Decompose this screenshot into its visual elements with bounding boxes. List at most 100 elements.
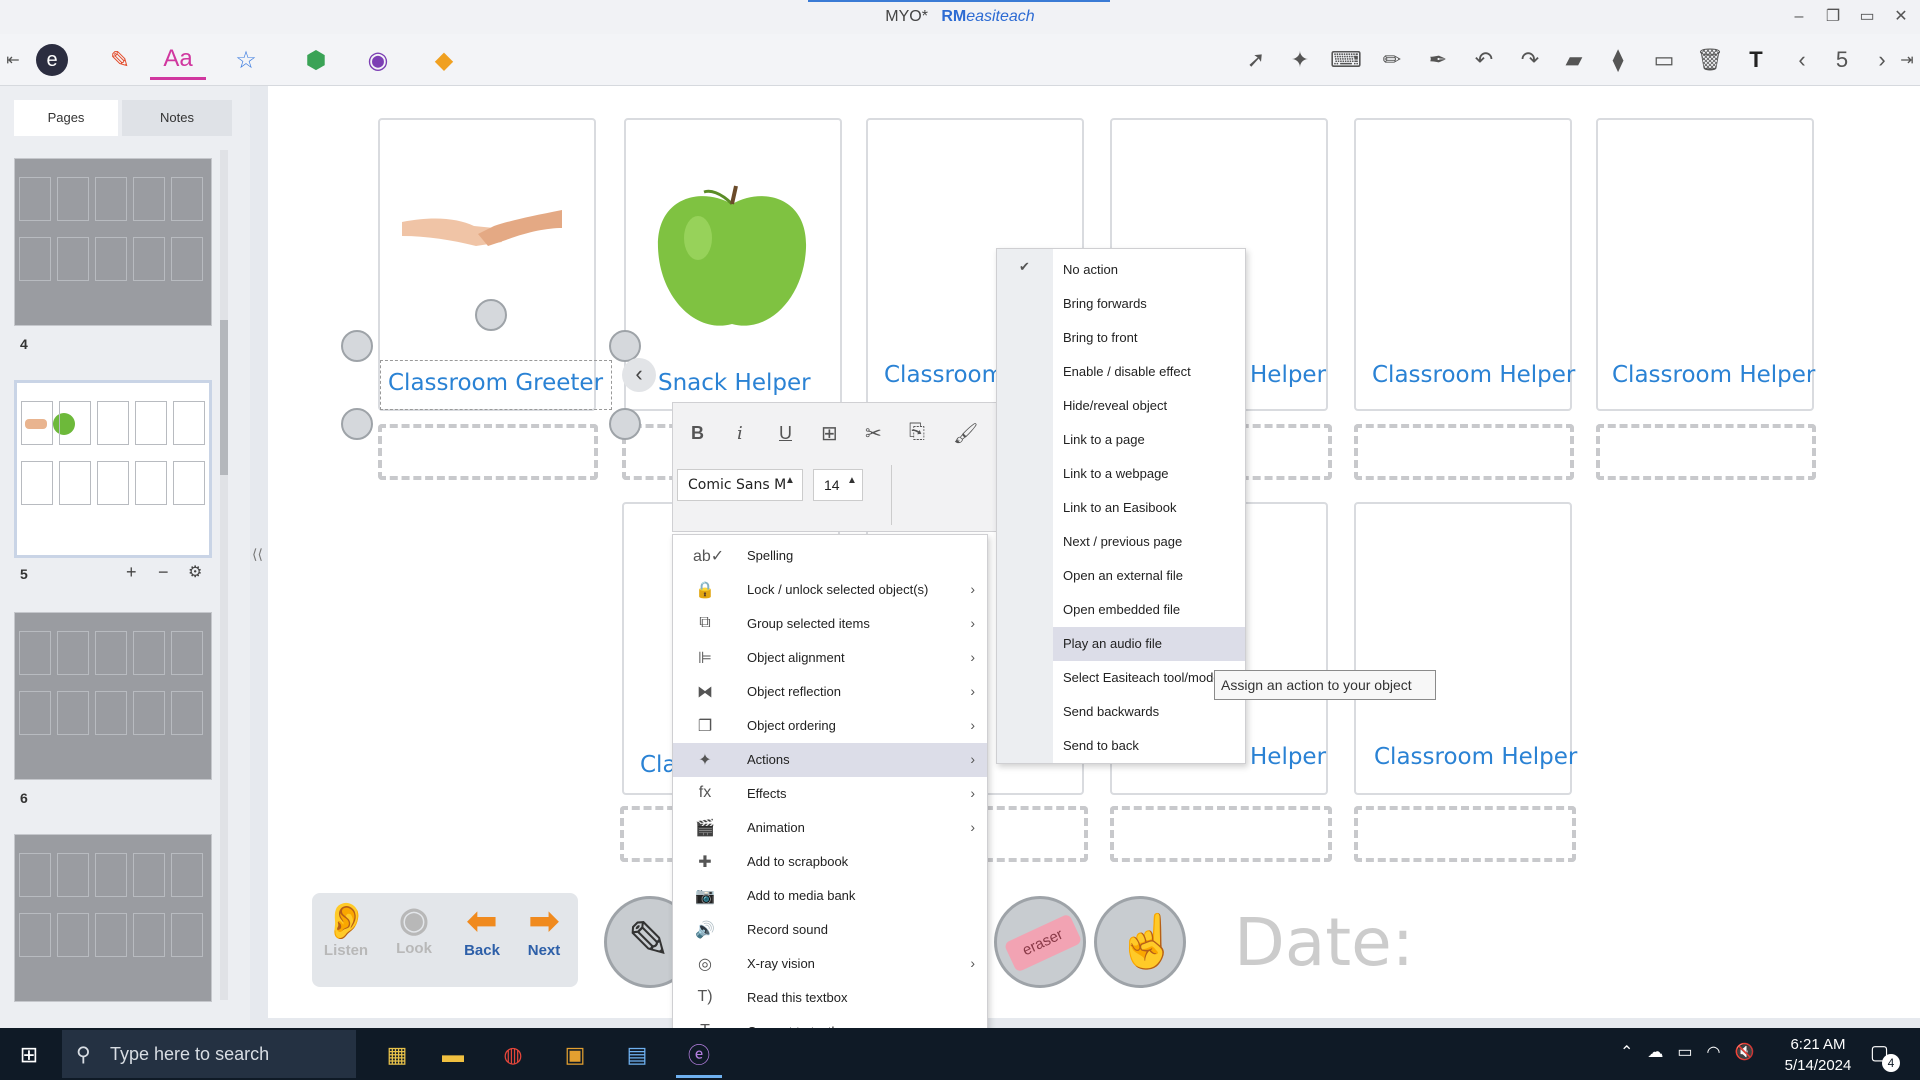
collapse-sidebar-icon[interactable]: ⟨⟨ (252, 546, 263, 563)
collapse-right-icon[interactable]: ⇥ (1898, 40, 1916, 80)
actions-menu-item[interactable]: Bring to front (1053, 321, 1245, 355)
smart-panel-icon[interactable]: ▤ (614, 1032, 660, 1078)
next-page-icon[interactable]: › (1864, 40, 1900, 80)
rotate-handle[interactable] (475, 299, 507, 331)
font-dropdown-arrow-icon[interactable]: ▲ (785, 475, 795, 486)
underline-button[interactable]: U (779, 423, 792, 444)
context-menu-item[interactable]: ❐ Object ordering › (673, 709, 987, 743)
text-mode-icon[interactable]: T (1738, 40, 1774, 80)
listen-button[interactable]: 👂 Listen (314, 900, 378, 982)
system-tray-icons[interactable]: ⌃☁▭◠🔇 (1620, 1042, 1768, 1062)
name-box[interactable] (1110, 806, 1332, 862)
name-box[interactable] (1596, 424, 1816, 480)
easiteach-logo-icon[interactable]: e (36, 44, 68, 76)
magic-select-icon[interactable]: ✦ (1282, 40, 1318, 80)
tab-pages[interactable]: Pages (14, 100, 118, 136)
camera-tool-icon[interactable]: ◉ (358, 40, 398, 80)
add-page-button[interactable]: + (126, 562, 137, 583)
name-box[interactable] (378, 424, 598, 480)
windows-start-icon[interactable]: ⊞ (6, 1032, 52, 1078)
collapse-format-button[interactable]: ‹ (622, 358, 656, 392)
tab-notes[interactable]: Notes (122, 100, 232, 136)
next-button[interactable]: ➡ Next (512, 900, 576, 982)
context-menu-item[interactable]: ab✓ Spelling (673, 539, 987, 573)
eraser-button[interactable]: eraser (994, 896, 1086, 988)
text-tool-icon[interactable]: Aa (150, 40, 206, 80)
cut-icon[interactable]: ✂ (865, 421, 882, 446)
page-thumbnail-7[interactable] (14, 834, 212, 1002)
resize-handle[interactable] (341, 330, 373, 362)
page-settings-icon[interactable]: ⚙ (188, 562, 202, 582)
actions-menu-item[interactable]: Open embedded file (1053, 593, 1245, 627)
actions-menu-item[interactable]: Link to a webpage (1053, 457, 1245, 491)
redo-icon[interactable]: ↷ (1512, 40, 1548, 80)
context-menu-item[interactable]: T) Read this textbox (673, 981, 987, 1015)
actions-menu-item[interactable]: Next / previous page (1053, 525, 1245, 559)
actions-menu-item[interactable]: Bring forwards (1053, 287, 1245, 321)
actions-menu-item[interactable]: Link to an Easibook (1053, 491, 1245, 525)
copy-icon[interactable]: ⎘ (909, 421, 925, 444)
clear-eraser-icon[interactable]: ⧫ (1600, 40, 1636, 80)
card-label[interactable]: Classroom Helper (1372, 362, 1575, 388)
pointer-hand-button[interactable]: ☝ (1094, 896, 1186, 988)
bold-button[interactable]: B (691, 423, 704, 444)
highlighter-icon[interactable]: ✏ (1374, 40, 1410, 80)
actions-menu-item[interactable]: Open an external file (1053, 559, 1245, 593)
text-size-icon[interactable]: ⊞ (821, 421, 838, 446)
restore-button[interactable]: ❐ (1818, 4, 1848, 30)
actions-menu-item[interactable]: Play an audio file (1053, 627, 1245, 661)
marker-icon[interactable]: ✒ (1420, 40, 1456, 80)
context-menu-item[interactable]: 🔒 Lock / unlock selected object(s) › (673, 573, 987, 607)
back-button[interactable]: ⬅ Back (450, 900, 514, 982)
context-menu-item[interactable]: ◎ X-ray vision › (673, 947, 987, 981)
card-label[interactable]: Classroom Helper (1374, 744, 1577, 770)
fill-tool-icon[interactable]: ⬢ (296, 40, 336, 80)
name-box[interactable] (1354, 806, 1576, 862)
taskbar-clock[interactable]: 6:21 AM 5/14/2024 (1758, 1034, 1878, 1076)
delete-icon[interactable]: 🗑 (1692, 40, 1728, 80)
resize-handle[interactable] (609, 408, 641, 440)
eraser-icon[interactable]: ▰ (1556, 40, 1592, 80)
card-label[interactable]: Helper (1250, 362, 1326, 388)
maximize-button[interactable]: ▭ (1852, 4, 1882, 30)
display-icon[interactable]: ▭ (1646, 40, 1682, 80)
easiteach-taskbar-icon[interactable]: ⓔ (676, 1032, 722, 1078)
card-label[interactable]: Classroom Helper (1612, 362, 1815, 388)
chrome-icon[interactable]: ◍ (490, 1032, 536, 1078)
font-size-arrow-icon[interactable]: ▲ (847, 475, 857, 486)
context-menu-item[interactable]: ✚ Add to scrapbook (673, 845, 987, 879)
card-label[interactable]: Snack Helper (658, 370, 811, 396)
context-menu-item[interactable]: 🎬 Animation › (673, 811, 987, 845)
collapse-left-icon[interactable]: ⇤ (4, 40, 22, 80)
actions-menu-item[interactable]: Link to a page (1053, 423, 1245, 457)
page-thumbnail-5[interactable] (14, 380, 212, 558)
actions-menu-item[interactable]: Hide/reveal object (1053, 389, 1245, 423)
context-menu-item[interactable]: ⧓ Object reflection › (673, 675, 987, 709)
taskbar-search-input[interactable]: Type here to search (62, 1030, 356, 1078)
context-menu-item[interactable]: 📷 Add to media bank (673, 879, 987, 913)
pen-tool-icon[interactable]: ✎ (100, 40, 140, 80)
shapes-tool-icon[interactable]: ◆ (424, 40, 464, 80)
actions-menu-item[interactable]: Enable / disable effect (1053, 355, 1245, 389)
actions-menu-item[interactable]: No action (1053, 253, 1245, 287)
paste-icon[interactable]: 🖌 (953, 421, 978, 446)
context-menu-item[interactable]: ⧉ Group selected items › (673, 607, 987, 641)
star-tool-icon[interactable]: ☆ (226, 40, 266, 80)
select-pointer-icon[interactable]: ➚ (1238, 40, 1274, 80)
page-thumbnail-4[interactable] (14, 158, 212, 326)
remove-page-button[interactable]: − (158, 562, 169, 583)
minimize-button[interactable]: – (1784, 4, 1814, 30)
context-menu-item[interactable]: 🔊 Record sound (673, 913, 987, 947)
actions-menu-item[interactable]: Send backwards (1053, 695, 1245, 729)
taskbar-app-icon[interactable]: ▦ (374, 1032, 420, 1078)
card-label[interactable]: Helper (1250, 744, 1326, 770)
actions-menu-item[interactable]: Send to back (1053, 729, 1245, 763)
undo-icon[interactable]: ↶ (1466, 40, 1502, 80)
card-label[interactable]: Classroom (884, 362, 1004, 388)
context-menu-item[interactable]: fx Effects › (673, 777, 987, 811)
context-menu-item[interactable]: ✦ Actions › (673, 743, 987, 777)
keyboard-icon[interactable]: ⌨ (1328, 40, 1364, 80)
context-menu-item[interactable]: ⊫ Object alignment › (673, 641, 987, 675)
file-explorer-icon[interactable]: ▬ (430, 1032, 476, 1078)
page-thumbnail-6[interactable] (14, 612, 212, 780)
